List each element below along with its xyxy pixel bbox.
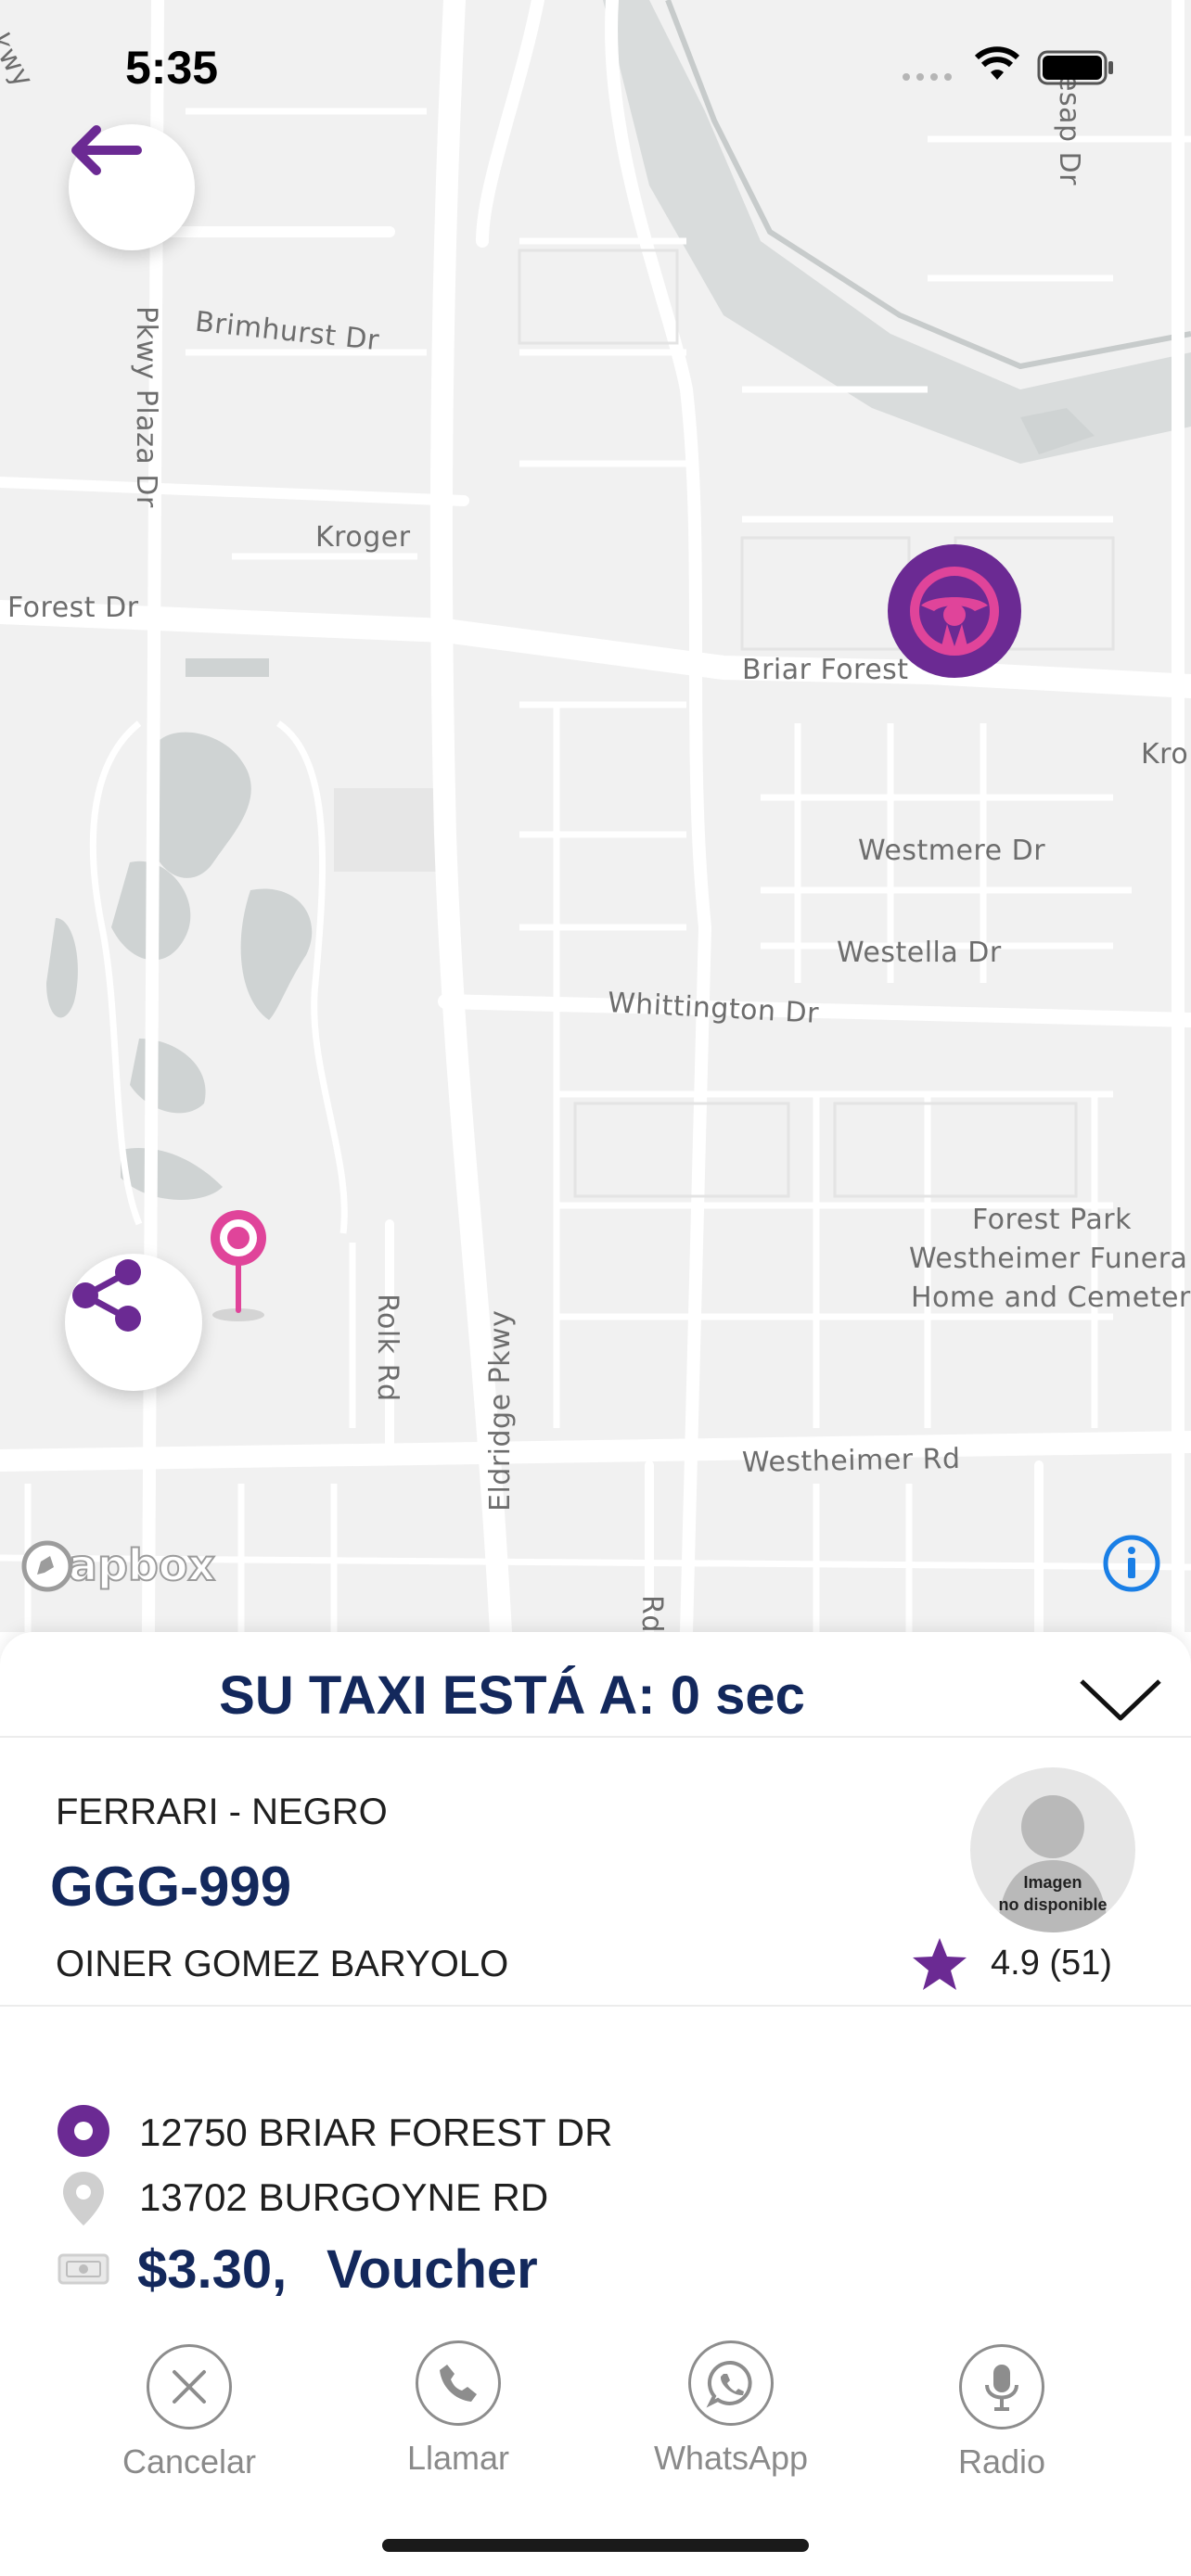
whatsapp-label: WhatsApp [653,2439,809,2477]
share-button[interactable] [65,1254,202,1391]
road-label-westheimer: Westheimer Rd [741,1442,961,1480]
call-label: Llamar [406,2439,510,2477]
cancel-action[interactable]: Cancelar [87,2344,291,2481]
driver-avatar: Imagen no disponible [970,1767,1135,1932]
steering-wheel-icon [888,544,1021,678]
road-label-pkwy-plaza: Pkwy Plaza Dr [130,306,162,508]
road-label-forest-dr: Forest Dr [7,592,139,624]
destination-pin-icon [61,2170,106,2227]
share-icon [72,1259,141,1332]
road-label-kro: Kro [1141,738,1189,771]
whatsapp-button[interactable] [688,2340,774,2426]
road-label-westmere: Westmere Dr [858,835,1046,867]
collapse-button[interactable] [1076,1674,1165,1726]
phone-icon [440,2365,477,2402]
radio-label: Radio [957,2442,1046,2480]
pickup-address: 12750 BRIAR FOREST DR [139,2111,613,2154]
road-label-esap: esap Dr [1053,74,1085,185]
payment-method: Voucher [327,2239,538,2300]
microphone-icon [985,2365,1018,2411]
info-button[interactable] [1102,1534,1161,1593]
origin-dot-icon [58,2105,109,2157]
vehicle-description: FERRARI - NEGRO [56,1792,388,1832]
road-label-briar-forest: Briar Forest [742,654,909,686]
pickup-pin-icon [206,1205,271,1326]
call-action[interactable]: Llamar [356,2340,560,2478]
driver-name: OINER GOMEZ BARYOLO [56,1944,509,1984]
call-button[interactable] [416,2340,501,2426]
avatar-caption-2: no disponible [998,1895,1108,1914]
cancel-label: Cancelar [122,2442,257,2480]
home-indicator [382,2539,809,2552]
divider [0,1736,1191,1738]
divider [0,2005,1191,2007]
poi-label-forest-park-2: Westheimer Funera [909,1243,1188,1275]
map-view[interactable]: Brimhurst Dr Pkwy Plaza Dr Kroger Forest… [0,0,1191,1632]
dropoff-address: 13702 BURGOYNE RD [139,2175,549,2219]
driver-marker[interactable] [886,542,1023,680]
back-button[interactable] [69,124,195,250]
chevron-down-icon [1080,1679,1161,1721]
arrow-left-icon [71,125,142,175]
driver-rating: 4.9 (51) [991,1944,1112,1983]
poi-label-forest-park-1: Forest Park [972,1204,1132,1236]
info-icon [1103,1535,1160,1592]
fare-amount: $3.30, [137,2239,288,2300]
cash-icon [58,2251,109,2287]
radio-button[interactable] [959,2344,1044,2429]
mapbox-logo[interactable]: mapbox [20,1539,216,1592]
poi-label-forest-park-3: Home and Cemetery [911,1282,1191,1314]
road-label-rolk: Rolk Rd [371,1294,403,1402]
eta-title: SU TAXI ESTÁ A: 0 sec [219,1665,805,1726]
avatar-caption-1: Imagen [1023,1873,1082,1892]
whatsapp-icon [706,2360,752,2408]
close-icon [173,2370,206,2404]
road-label-rd-bottom: Rd [635,1595,668,1632]
cancel-button[interactable] [147,2344,232,2429]
radio-action[interactable]: Radio [900,2344,1104,2481]
poi-label-kroger: Kroger [315,521,411,554]
whatsapp-action[interactable]: WhatsApp [629,2340,833,2478]
road-label-westella: Westella Dr [837,937,1002,969]
star-icon [911,1936,968,1992]
cellular-icon [902,72,957,82]
status-time: 5:35 [125,42,219,94]
road-label-eldridge: Eldridge Pkwy [484,1309,517,1511]
license-plate: GGG-999 [50,1855,292,1918]
mapbox-mark-icon [21,1540,73,1592]
map-streets [0,0,1191,1632]
